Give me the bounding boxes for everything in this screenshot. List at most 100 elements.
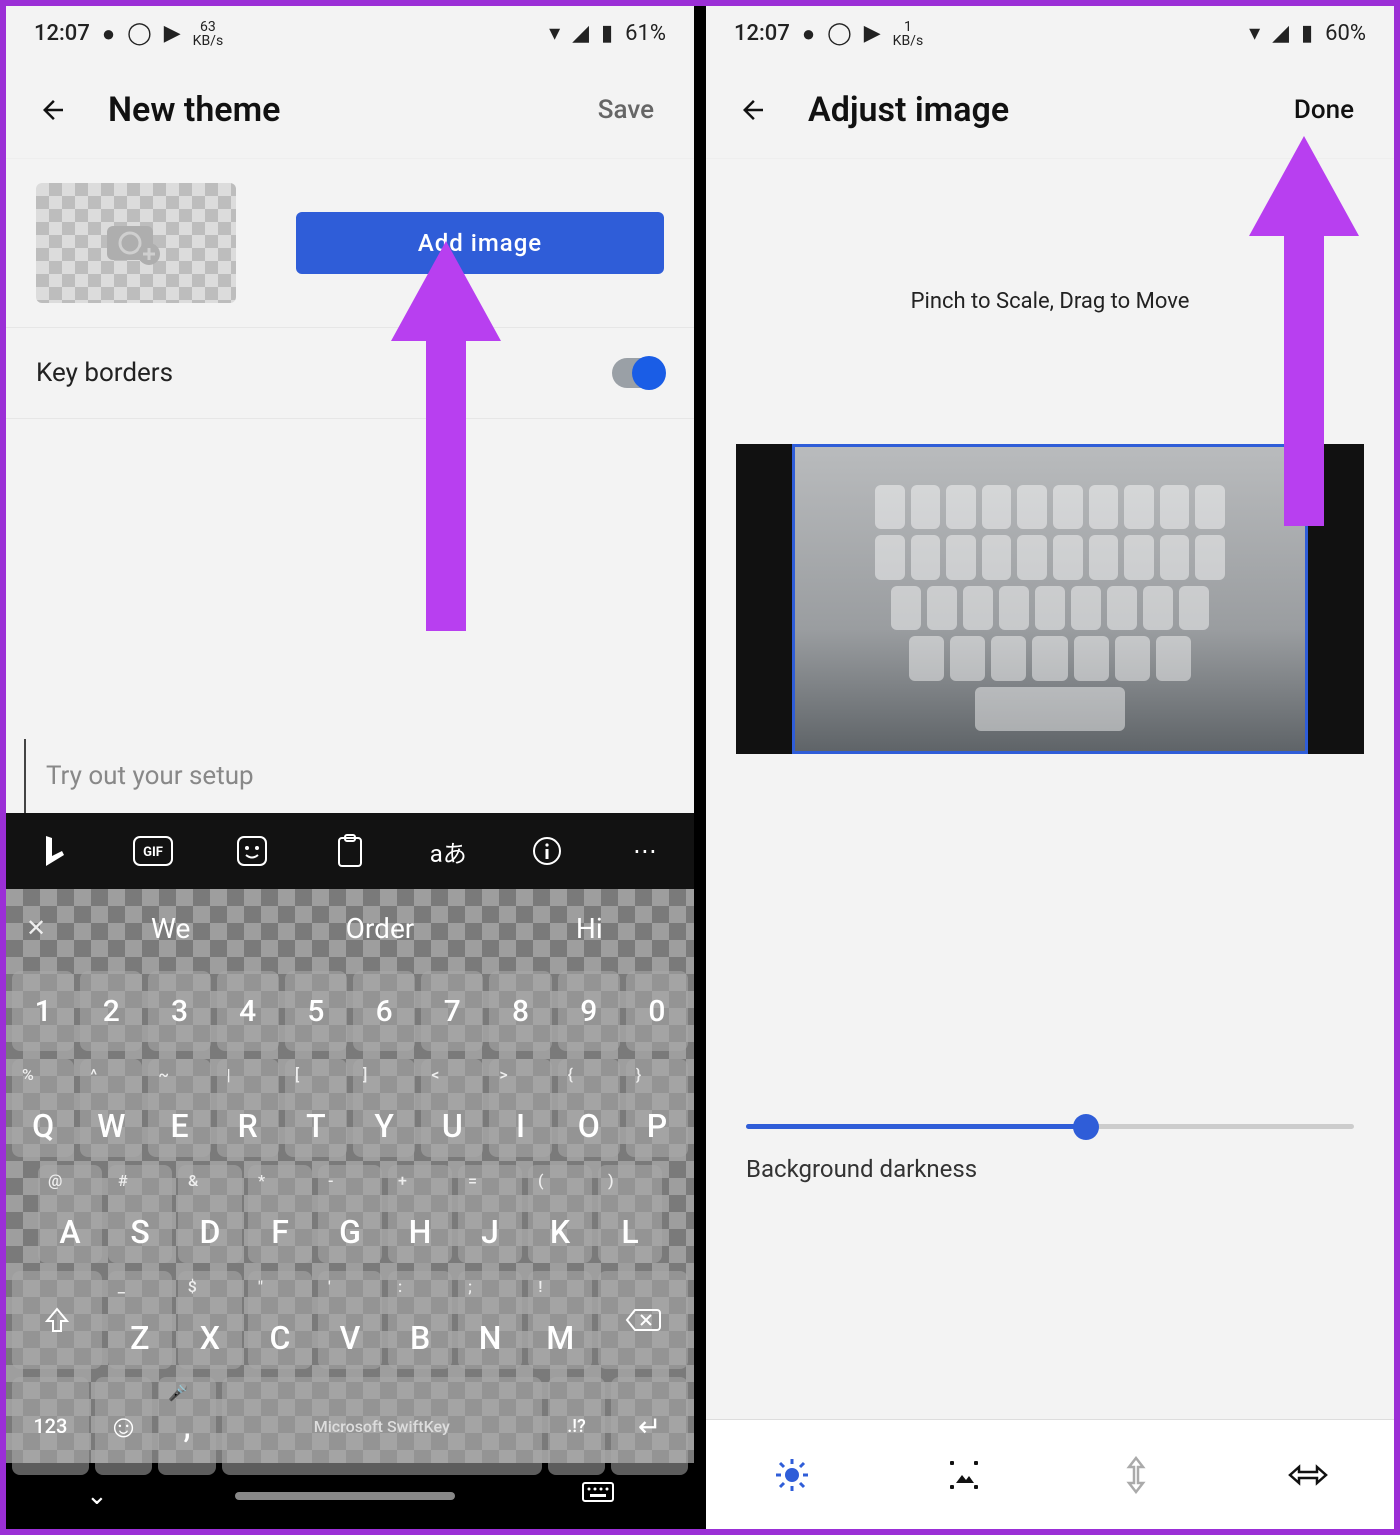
app-bar: New theme Save [6, 61, 694, 159]
key-1[interactable]: 1 [12, 971, 74, 1051]
bing-icon[interactable] [35, 831, 75, 871]
key-0[interactable]: 0 [626, 971, 688, 1051]
suggestion-1[interactable]: We [66, 912, 275, 945]
vertical-resize-tab[interactable] [1116, 1455, 1156, 1495]
key-3[interactable]: 3 [148, 971, 210, 1051]
key-f[interactable]: *F [248, 1165, 312, 1263]
voicemail-icon: ▶ [164, 21, 181, 46]
key-e[interactable]: ~E [148, 1059, 210, 1157]
letter-row-3: _Z $X "C 'V :B ;N !M [6, 1267, 694, 1373]
back-button[interactable] [736, 93, 770, 127]
status-bar: 12:07 ● ◯ ▶ 1KB/s ▾ ◢ ▮ 60% [706, 6, 1394, 61]
shift-key[interactable] [12, 1271, 102, 1369]
key-5[interactable]: 5 [285, 971, 347, 1051]
backspace-key[interactable] [598, 1271, 688, 1369]
key-q[interactable]: %Q [12, 1059, 74, 1157]
bottom-tabs [706, 1419, 1394, 1529]
key-i[interactable]: >I [489, 1059, 551, 1157]
hint-text: Pinch to Scale, Drag to Move [706, 289, 1394, 314]
suggestion-3[interactable]: Hi [485, 912, 694, 945]
done-button[interactable]: Done [1294, 95, 1364, 125]
wifi-icon: ▾ [1249, 21, 1260, 46]
page-title: Adjust image [808, 90, 1294, 130]
crop-frame[interactable] [792, 444, 1308, 754]
more-icon[interactable]: ⋯ [625, 831, 665, 871]
nav-pill[interactable] [235, 1492, 455, 1500]
key-m[interactable]: !M [528, 1271, 592, 1369]
comma-key[interactable]: 🎤, [158, 1377, 216, 1475]
key-g[interactable]: -G [318, 1165, 382, 1263]
key-v[interactable]: 'V [318, 1271, 382, 1369]
keyboard-switch-icon[interactable] [582, 1482, 614, 1510]
key-d[interactable]: &D [178, 1165, 242, 1263]
numpad-key[interactable]: 123 [12, 1377, 89, 1475]
back-button[interactable] [36, 93, 70, 127]
key-j[interactable]: =J [458, 1165, 522, 1263]
letter-row-2: @A #S &D *F -G +H =J (K )L [6, 1161, 694, 1267]
crop-tab[interactable] [944, 1455, 984, 1495]
left-screen: 12:07 ● ◯ ▶ 63KB/s ▾ ◢ ▮ 61% New theme S… [6, 6, 694, 1529]
battery-icon: ▮ [1301, 21, 1313, 46]
key-borders-row: Key borders [6, 328, 694, 419]
suggestion-2[interactable]: Order [275, 912, 484, 945]
key-8[interactable]: 8 [489, 971, 551, 1051]
screen-divider [694, 6, 706, 1529]
image-preview[interactable] [736, 444, 1364, 754]
emoji-key[interactable]: ☺ [95, 1377, 153, 1475]
space-key[interactable]: Microsoft SwiftKey [222, 1377, 542, 1475]
keyboard-overlay [875, 485, 1225, 731]
key-b[interactable]: :B [388, 1271, 452, 1369]
key-z[interactable]: _Z [108, 1271, 172, 1369]
theme-thumbnail[interactable] [36, 183, 236, 303]
save-button[interactable]: Save [598, 95, 664, 125]
network-speed: 1KB/s [893, 20, 924, 48]
brightness-tab[interactable] [772, 1455, 812, 1495]
bottom-row: 123 ☺ 🎤, Microsoft SwiftKey .!? ↵ [6, 1373, 694, 1463]
tryout-input[interactable]: Try out your setup [24, 739, 694, 813]
key-h[interactable]: +H [388, 1165, 452, 1263]
signal-icon: ◢ [1272, 21, 1289, 46]
key-t[interactable]: [T [285, 1059, 347, 1157]
horizontal-resize-tab[interactable] [1288, 1455, 1328, 1495]
key-l[interactable]: )L [598, 1165, 662, 1263]
key-9[interactable]: 9 [558, 971, 620, 1051]
key-p[interactable]: }P [626, 1059, 688, 1157]
dismiss-suggestions[interactable]: ✕ [6, 914, 66, 942]
darkness-slider[interactable] [746, 1124, 1354, 1129]
key-w[interactable]: ^W [80, 1059, 142, 1157]
info-icon[interactable] [527, 831, 567, 871]
image-row: Add image [6, 159, 694, 328]
period-key[interactable]: .!? [548, 1377, 606, 1475]
wifi-icon: ▾ [549, 21, 560, 46]
whatsapp-icon: ◯ [127, 21, 152, 46]
right-screen: 12:07 ● ◯ ▶ 1KB/s ▾ ◢ ▮ 60% Adjust image… [706, 6, 1394, 1529]
key-7[interactable]: 7 [421, 971, 483, 1051]
key-y[interactable]: ]Y [353, 1059, 415, 1157]
add-image-button[interactable]: Add image [296, 212, 664, 274]
key-6[interactable]: 6 [353, 971, 415, 1051]
key-borders-toggle[interactable] [612, 358, 664, 388]
key-u[interactable]: <U [421, 1059, 483, 1157]
key-k[interactable]: (K [528, 1165, 592, 1263]
key-r[interactable]: |R [217, 1059, 279, 1157]
network-speed: 63KB/s [193, 20, 224, 48]
translate-icon[interactable]: aあ [428, 831, 468, 871]
sticker-icon[interactable] [232, 831, 272, 871]
keyboard: ✕ We Order Hi 1 2 3 4 5 6 7 8 9 0 %Q ^W … [6, 889, 694, 1463]
enter-key[interactable]: ↵ [611, 1377, 688, 1475]
voicemail-icon: ▶ [864, 21, 881, 46]
notification-icon: ● [802, 21, 815, 47]
key-a[interactable]: @A [38, 1165, 102, 1263]
key-n[interactable]: ;N [458, 1271, 522, 1369]
key-c[interactable]: "C [248, 1271, 312, 1369]
nav-chevron-icon[interactable]: ⌄ [86, 1481, 108, 1511]
letter-row-1: %Q ^W ~E |R [T ]Y <U >I {O }P [6, 1055, 694, 1161]
key-s[interactable]: #S [108, 1165, 172, 1263]
gif-icon[interactable]: GIF [133, 831, 173, 871]
key-x[interactable]: $X [178, 1271, 242, 1369]
clipboard-icon[interactable] [330, 831, 370, 871]
key-4[interactable]: 4 [217, 971, 279, 1051]
page-title: New theme [108, 90, 598, 130]
key-o[interactable]: {O [558, 1059, 620, 1157]
key-2[interactable]: 2 [80, 971, 142, 1051]
